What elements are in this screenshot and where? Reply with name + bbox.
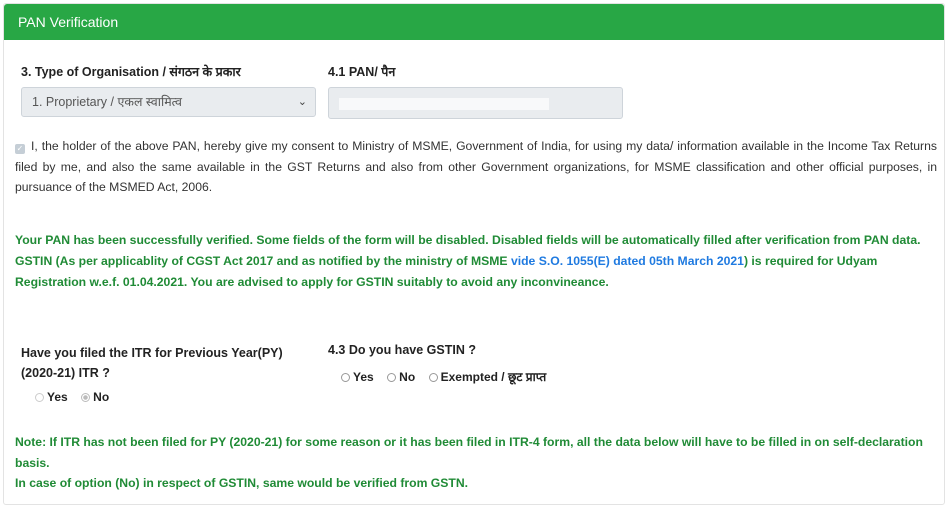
- card-title: PAN Verification: [18, 14, 119, 30]
- itr-no-radio[interactable]: [81, 393, 91, 402]
- consent-checkbox[interactable]: ✓: [15, 144, 25, 154]
- gstin-question: 4.3 Do you have GSTIN ?: [328, 343, 476, 357]
- chevron-down-icon: ⌄: [297, 96, 307, 108]
- consent-text: I, the holder of the above PAN, hereby g…: [15, 139, 937, 194]
- consent-block: ✓ I, the holder of the above PAN, hereby …: [15, 136, 937, 198]
- gstin-radio-group: Yes No Exempted / छूट प्राप्त: [341, 368, 555, 386]
- itr-radio-group: Yes No: [35, 388, 118, 406]
- itr-note: Note: If ITR has not been filed for PY (…: [15, 435, 923, 470]
- pan-masked-value: [339, 98, 549, 110]
- card-header: PAN Verification: [4, 4, 944, 40]
- gstin-no-radio[interactable]: [387, 373, 397, 382]
- note-block: Note: If ITR has not been filed for PY (…: [15, 432, 945, 494]
- org-type-select[interactable]: 1. Proprietary / एकल स्वामित्व ⌄: [21, 87, 316, 117]
- org-type-label: 3. Type of Organisation / संगठन के प्रका…: [21, 65, 241, 79]
- pan-input[interactable]: [328, 87, 623, 119]
- gstin-note: In case of option (No) in respect of GST…: [15, 476, 469, 490]
- gstin-requirement-text: GSTIN (As per applicablity of CGST Act 2…: [15, 254, 878, 289]
- verification-message: Your PAN has been successfully verified.…: [15, 230, 940, 293]
- org-type-selected-value: 1. Proprietary / एकल स्वामित्व: [32, 95, 182, 109]
- pan-label: 4.1 PAN/ पैन: [328, 65, 396, 79]
- pan-verification-card: PAN Verification 3. Type of Organisation…: [3, 3, 945, 505]
- gstin-yes-radio[interactable]: [341, 373, 350, 382]
- itr-yes-radio[interactable]: [35, 393, 44, 402]
- verification-success-text: Your PAN has been successfully verified.…: [15, 233, 921, 247]
- itr-question: Have you filed the ITR for Previous Year…: [21, 346, 283, 380]
- notification-link[interactable]: vide S.O. 1055(E) dated 05th March 2021: [511, 254, 744, 268]
- gstin-exempted-radio[interactable]: [428, 373, 438, 382]
